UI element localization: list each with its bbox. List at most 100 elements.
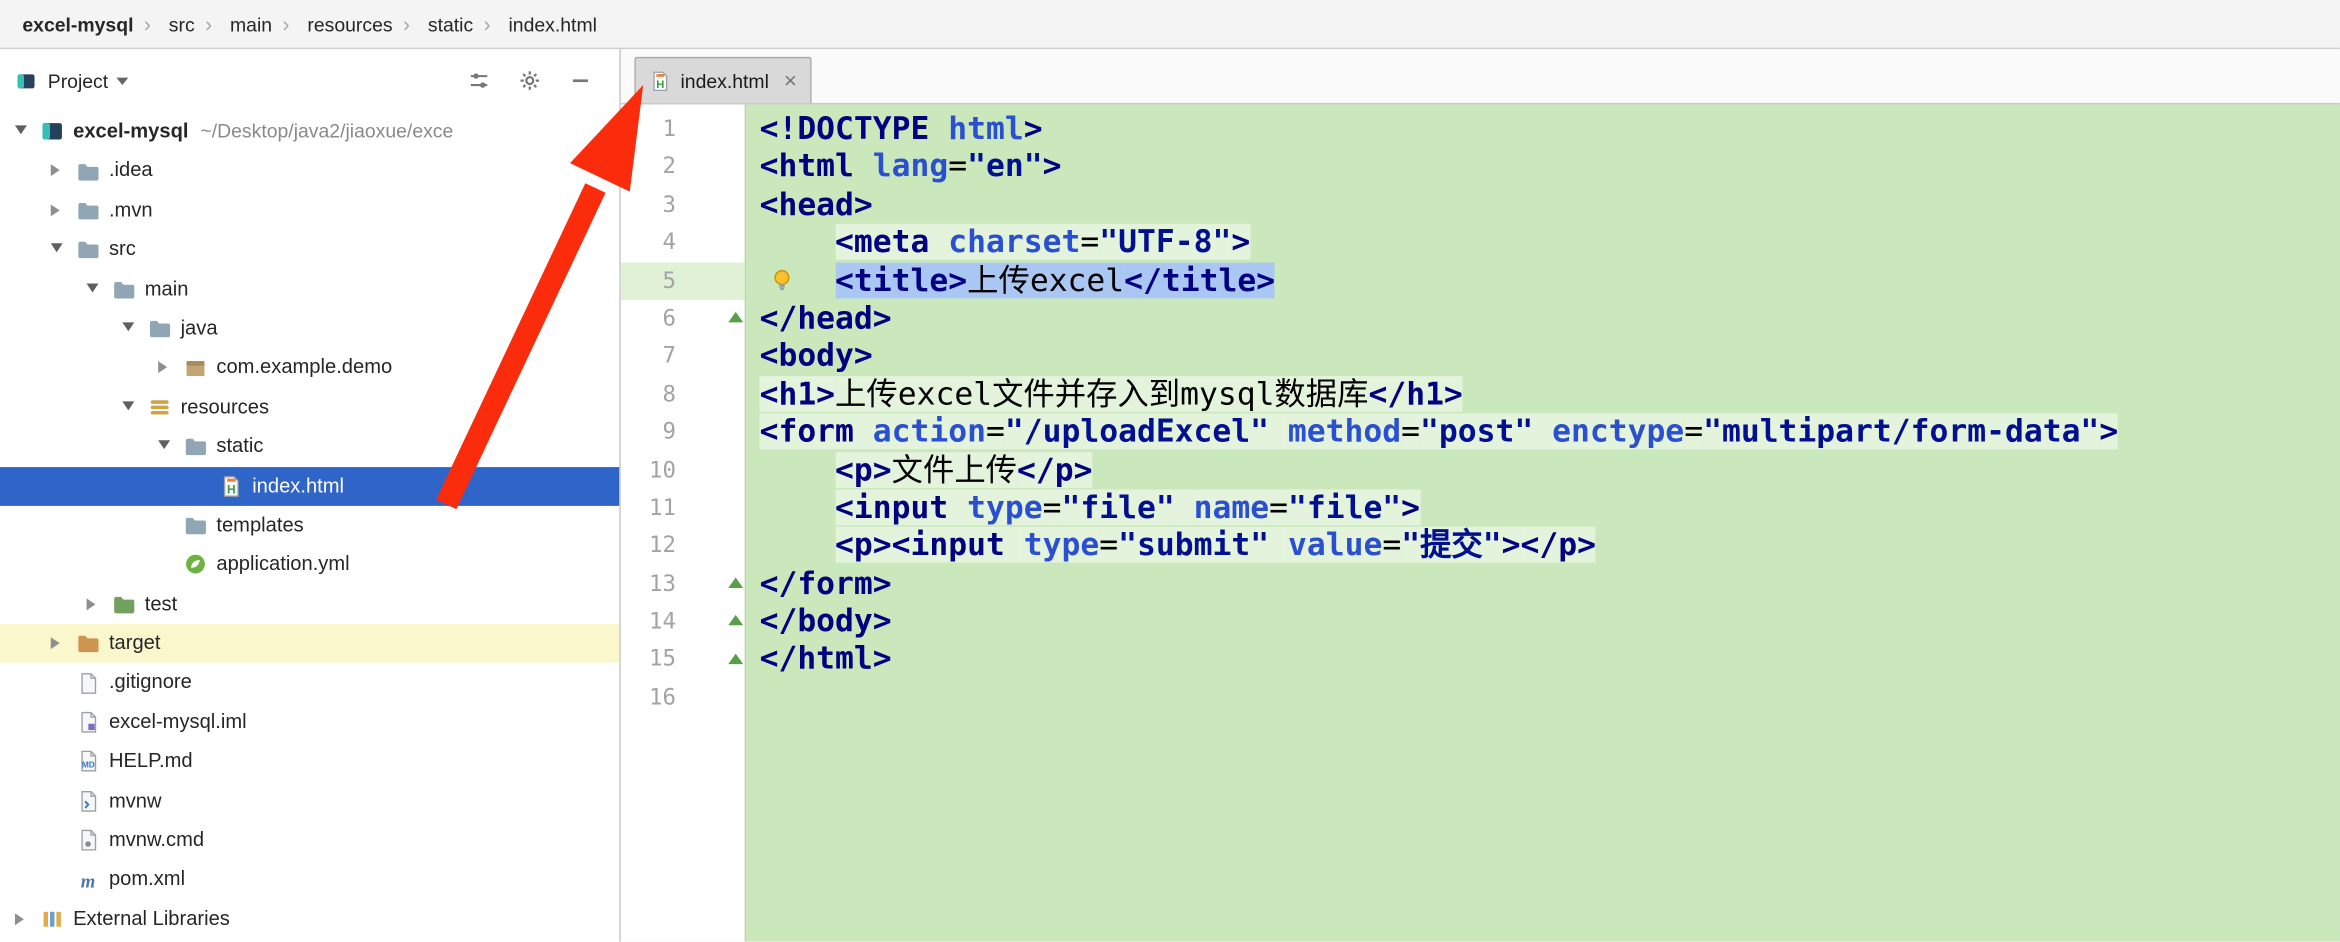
chevron-down-icon[interactable] xyxy=(158,427,183,466)
chevron-right-icon[interactable] xyxy=(51,624,76,663)
chevron-right-icon[interactable] xyxy=(87,585,112,624)
close-icon[interactable]: × xyxy=(784,69,797,91)
project-panel-header: Project xyxy=(0,49,619,112)
fold-marker-icon[interactable] xyxy=(728,311,744,323)
breadcrumb-item-index-html[interactable]: Hindex.html xyxy=(501,12,597,53)
code-line-2[interactable]: <html lang="en"> xyxy=(746,148,2340,186)
code-line-7[interactable]: <body> xyxy=(746,338,2340,376)
code-line-15[interactable]: </html> xyxy=(746,641,2340,679)
tree-item-label: java xyxy=(180,316,218,339)
code-line-1[interactable]: <!DOCTYPE html> xyxy=(746,110,2340,148)
line-number: 11 xyxy=(649,493,677,521)
tree-item-label: pom.xml xyxy=(108,867,186,891)
tree-item-help-md[interactable]: MD HELP.md xyxy=(0,742,619,781)
cmd-icon xyxy=(76,829,100,853)
chevron-down-icon[interactable] xyxy=(117,76,130,85)
code-line-3[interactable]: <head> xyxy=(746,186,2340,224)
line-number: 3 xyxy=(662,190,677,218)
code-line-13[interactable]: </form> xyxy=(746,565,2340,603)
tree-item-label: static xyxy=(216,434,264,457)
breadcrumb-item-static[interactable]: static xyxy=(420,13,473,52)
svg-text:m: m xyxy=(81,871,96,892)
hide-panel-icon[interactable] xyxy=(569,69,593,93)
code-line-12[interactable]: <p><input type="submit" value="提交"></p> xyxy=(746,527,2340,565)
breadcrumb: excel-mysql › src › main › resources › static › Hi… xyxy=(0,0,2340,53)
fold-marker-icon[interactable] xyxy=(728,615,744,626)
line-number: 10 xyxy=(649,455,677,483)
tab-index-html[interactable]: H index.html × xyxy=(634,56,812,103)
tree-item-label: mvnw xyxy=(108,788,162,812)
code-line-6[interactable]: </head> xyxy=(746,300,2340,338)
chevron-down-icon[interactable] xyxy=(87,269,112,308)
line-number: 2 xyxy=(662,152,677,180)
code-line-4[interactable]: <meta charset="UTF-8"> xyxy=(746,224,2340,262)
code-line-8[interactable]: <h1>上传excel文件并存入到mysql数据库</h1> xyxy=(746,375,2340,414)
module-icon xyxy=(40,120,64,144)
chevron-down-icon[interactable] xyxy=(122,309,147,348)
tree-item-label: HELP.md xyxy=(108,749,193,772)
code-line-16[interactable] xyxy=(746,679,2340,717)
chevron-right-icon[interactable] xyxy=(51,191,76,230)
fold-marker-icon[interactable] xyxy=(728,577,744,588)
line-number: 6 xyxy=(662,304,677,332)
breadcrumb-item-main[interactable]: main xyxy=(223,13,272,52)
tree-item-application-yml[interactable]: application.yml xyxy=(0,545,619,584)
chevron-down-icon[interactable] xyxy=(122,388,147,427)
tree-item-test[interactable]: test xyxy=(0,585,619,624)
tree-item-excel-mysql-iml[interactable]: excel-mysql.iml xyxy=(0,703,619,742)
tree-item-mvnw-cmd[interactable]: mvnw.cmd xyxy=(0,821,619,860)
tree-item--idea[interactable]: .idea xyxy=(0,151,619,190)
html-file-icon: H xyxy=(649,69,671,91)
tree-item-java[interactable]: java xyxy=(0,309,619,348)
editor-body: 1 2 3 4 5 6 7 8 9 10 11 12 13 14 15 16 <!DOCTYPE html> <… xyxy=(620,104,2340,942)
breadcrumb-label: resources xyxy=(307,12,393,36)
breadcrumb-item-resources[interactable]: resources xyxy=(300,12,393,50)
breadcrumb-label: index.html xyxy=(508,12,597,36)
tree-item-mvnw[interactable]: mvnw xyxy=(0,781,619,820)
code-line-14[interactable]: </body> xyxy=(746,603,2340,641)
tree-item-src[interactable]: src xyxy=(0,230,619,269)
tree-item-label: src xyxy=(108,237,136,260)
editor-tabs: H index.html × xyxy=(620,49,2340,105)
breadcrumb-item-src[interactable]: src xyxy=(161,13,195,52)
yml-icon xyxy=(184,553,208,577)
folder-icon xyxy=(76,198,100,222)
breadcrumb-item-excel-mysql[interactable]: excel-mysql xyxy=(15,13,133,51)
chevron-right-icon[interactable] xyxy=(15,900,40,939)
line-number: 1 xyxy=(662,114,677,142)
tree-item-pom-xml[interactable]: m pom.xml xyxy=(0,860,619,899)
chevron-right-icon[interactable] xyxy=(158,348,183,387)
tree-item-index-html[interactable]: Hindex.html xyxy=(0,466,620,506)
code-editor[interactable]: <!DOCTYPE html> <html lang="en"> <head> <m… xyxy=(746,104,2340,942)
code-line-11[interactable]: <input type="file" name="file"> xyxy=(746,489,2340,527)
gear-icon[interactable] xyxy=(518,69,542,93)
chevron-down-icon[interactable] xyxy=(15,112,40,151)
line-number: 16 xyxy=(649,683,677,711)
tree-item-main[interactable]: main xyxy=(0,269,619,308)
fold-marker-icon[interactable] xyxy=(728,653,744,664)
tree-item--mvn[interactable]: .mvn xyxy=(0,191,619,230)
folder-icon xyxy=(184,435,208,459)
folder-excluded-icon xyxy=(76,632,100,656)
chevron-down-icon[interactable] xyxy=(51,230,76,269)
tree-item-templates[interactable]: templates xyxy=(0,506,619,545)
tree-item-external-libraries[interactable]: External Libraries xyxy=(0,900,619,939)
code-line-10[interactable]: <p>文件上传</p> xyxy=(746,451,2340,489)
script-icon xyxy=(76,789,100,813)
chevron-right-icon[interactable] xyxy=(51,151,76,190)
code-line-9[interactable]: <form action="/uploadExcel" method="post… xyxy=(746,413,2340,452)
settings-slider-icon[interactable] xyxy=(467,69,491,93)
tree-item-label: resources xyxy=(180,395,270,418)
project-panel-title[interactable]: Project xyxy=(48,69,108,91)
tree-item-resources[interactable]: resources xyxy=(0,388,619,427)
breadcrumb-separator: › xyxy=(143,11,151,36)
tree-item-excel-mysql[interactable]: excel-mysql ~/Desktop/java2/jiaoxue/exce xyxy=(0,112,619,151)
tree-item--gitignore[interactable]: .gitignore xyxy=(0,663,619,702)
tree-item-com-example-demo[interactable]: com.example.demo xyxy=(0,348,619,387)
tree-item-static[interactable]: static xyxy=(0,427,619,466)
code-line-5[interactable]: <title>上传excel</title> xyxy=(746,261,2340,300)
tree-item-label: .mvn xyxy=(108,198,153,221)
tree-item-target[interactable]: target xyxy=(0,623,620,664)
tab-label: index.html xyxy=(680,69,769,92)
intention-bulb-icon[interactable] xyxy=(770,267,794,294)
